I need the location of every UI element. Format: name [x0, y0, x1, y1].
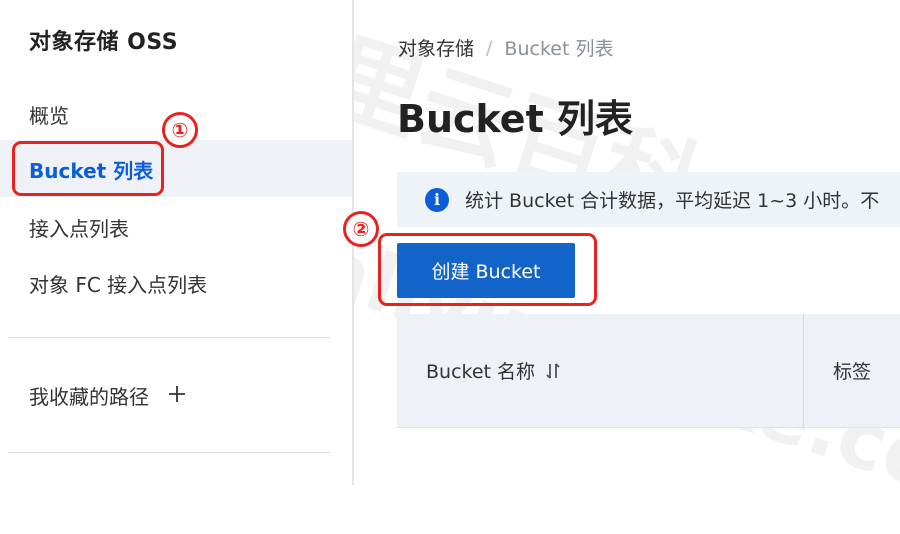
info-icon: i — [425, 187, 449, 212]
sidebar-title: 对象存储 OSS — [29, 30, 179, 55]
column-header-tags: 标签 — [833, 361, 872, 383]
annotation-badge-1: ① — [162, 112, 198, 148]
breadcrumb: 对象存储 / Bucket 列表 — [398, 34, 613, 61]
favorites-label: 我收藏的路径 — [29, 385, 149, 409]
column-header-bucket-name[interactable]: Bucket 名称 — [426, 314, 561, 427]
annotation-box-create-button — [378, 233, 597, 306]
sidebar-favorites[interactable]: 我收藏的路径 — [29, 381, 187, 410]
page-title: Bucket 列表 — [397, 97, 633, 141]
sidebar-item-access-points[interactable]: 接入点列表 — [29, 213, 129, 242]
table-divider — [397, 427, 900, 428]
breadcrumb-root[interactable]: 对象存储 — [398, 34, 474, 61]
breadcrumb-current: Bucket 列表 — [504, 38, 614, 60]
info-banner: i 统计 Bucket 合计数据，平均延迟 1~3 小时。不 — [397, 172, 900, 227]
sidebar-divider — [8, 337, 330, 338]
breadcrumb-separator: / — [486, 36, 493, 59]
sidebar-item-overview[interactable]: 概览 — [29, 100, 69, 129]
plus-icon[interactable] — [167, 383, 187, 409]
info-text: 统计 Bucket 合计数据，平均延迟 1~3 小时。不 — [465, 190, 880, 212]
table-header: Bucket 名称 标签 — [397, 314, 900, 427]
sidebar: 对象存储 OSS 概览 Bucket 列表 接入点列表 对象 FC 接入点列表 … — [0, 0, 352, 485]
annotation-box-bucket-list — [12, 141, 164, 196]
sort-icon[interactable] — [545, 362, 561, 380]
sidebar-divider — [8, 452, 330, 453]
column-divider — [803, 314, 804, 427]
annotation-badge-2: ② — [343, 211, 379, 247]
sidebar-item-fc-access-points[interactable]: 对象 FC 接入点列表 — [29, 269, 207, 298]
column-header-label: Bucket 名称 — [426, 361, 536, 383]
